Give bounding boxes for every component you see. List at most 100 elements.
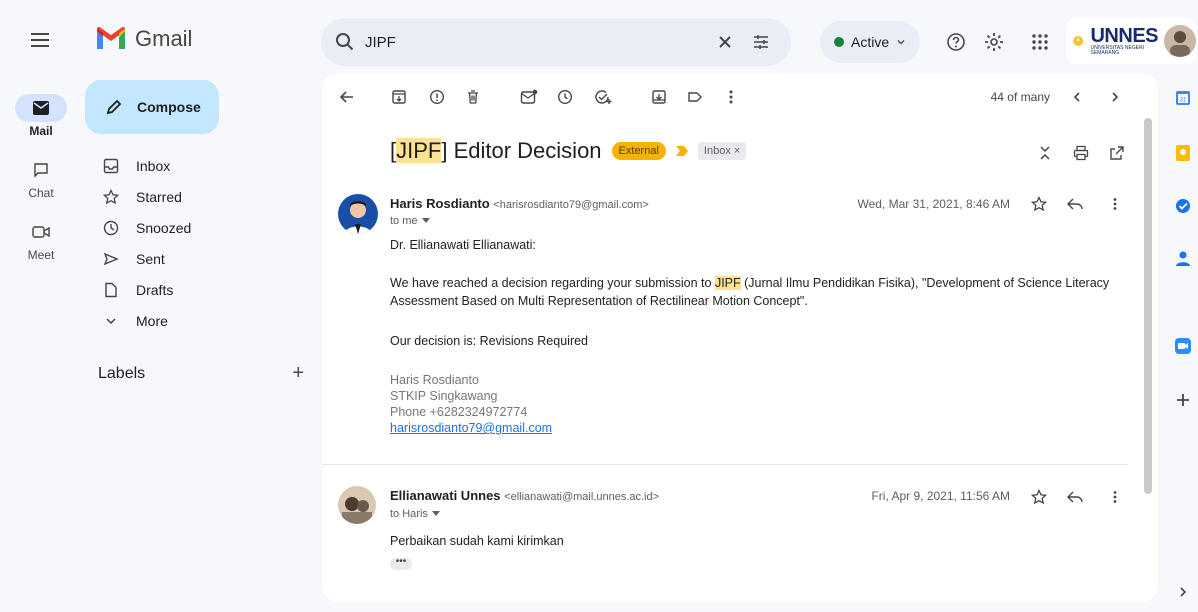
sidebar-item-label: Sent [136,250,165,267]
label-tag-icon[interactable] [684,86,706,108]
report-spam-icon[interactable] [426,86,448,108]
message-divider [322,464,1128,465]
signature-name: Haris Rosdianto [390,373,479,387]
sidebar-item-inbox[interactable]: Inbox [85,150,315,181]
show-side-panel-chevron-icon[interactable] [1173,582,1193,602]
inbox-label-text: Inbox [703,145,731,157]
print-icon[interactable] [1070,142,1092,164]
body-highlight: JIPF [714,276,741,290]
sidebar-item-snoozed[interactable]: Snoozed [85,212,315,243]
more-vertical-icon[interactable] [1105,194,1125,214]
greeting: Dr. Ellianawati Ellianawati: [390,238,536,252]
star-icon[interactable] [1029,487,1049,507]
svg-text:31: 31 [1180,98,1187,104]
zoom-icon[interactable] [1173,336,1193,356]
side-panel: 31 [1168,0,1198,612]
sidebar-item-label: Inbox [136,157,171,174]
reply-icon[interactable] [1065,194,1085,214]
signature-email-link[interactable]: harisrosdianto79@gmail.com [390,421,552,435]
mail-icon [15,94,67,122]
recipients-dropdown[interactable]: to me [390,215,430,227]
status-dropdown[interactable]: Active [820,21,921,63]
collapse-all-icon[interactable] [1034,142,1056,164]
external-badge: External [611,142,666,160]
remove-label-icon[interactable]: × [734,145,740,157]
more-vertical-icon[interactable] [720,86,742,108]
mark-unread-icon[interactable] [518,86,540,108]
decision-text: Our decision is: Revisions Required [390,334,589,348]
snooze-clock-icon[interactable] [554,86,576,108]
help-icon[interactable] [944,30,968,54]
email-signature: Haris Rosdianto STKIP Singkawang Phone +… [390,372,1120,436]
send-icon [103,252,119,265]
move-to-icon[interactable] [648,86,670,108]
archive-icon[interactable] [388,86,410,108]
recipients-label: to Haris [390,508,428,520]
tasks-icon[interactable] [1173,196,1193,216]
subject-title: [JIPF] Editor Decision [390,138,602,164]
caret-down-icon [431,511,440,516]
apps-grid-icon[interactable] [1028,30,1052,54]
left-rail: Mail Chat Meet [0,0,82,612]
search-input[interactable] [365,33,707,51]
rail-item-label: Mail [29,124,53,138]
sidebar-item-more[interactable]: More [85,305,315,336]
chevron-down-icon [897,40,905,45]
back-arrow-icon[interactable] [336,86,358,108]
add-addon-plus-icon[interactable] [1173,390,1193,410]
message-date: Wed, Mar 31, 2021, 8:46 AM [857,197,1010,211]
sender-name[interactable]: Ellianawati Unnes [390,488,501,503]
signature-phone: Phone +6282324972774 [390,405,528,419]
star-icon [103,188,119,204]
status-label: Active [851,34,890,50]
older-chevron-right-icon[interactable] [1104,86,1126,108]
body-paragraph: We have reached a decision regarding you… [390,274,1120,310]
recipients-label: to me [390,215,418,227]
delete-trash-icon[interactable] [462,86,484,108]
message-body: Perbaikan sudah kami kirimkan [390,534,564,548]
clock-icon [103,220,119,235]
sidebar-item-drafts[interactable]: Drafts [85,274,315,305]
reply-icon[interactable] [1065,487,1085,507]
email-toolbar: 44 of many [322,74,1158,120]
gmail-logo[interactable]: Gmail [95,26,192,52]
add-task-icon[interactable] [592,86,614,108]
calendar-icon[interactable]: 31 [1173,88,1193,108]
rail-item-chat[interactable]: Chat [0,156,82,200]
keep-icon[interactable] [1173,143,1193,163]
contacts-icon[interactable] [1173,248,1193,268]
recipients-dropdown[interactable]: to Haris [390,508,440,520]
sender-avatar[interactable] [338,486,376,524]
more-vertical-icon[interactable] [1105,487,1125,507]
sidebar-item-sent[interactable]: Sent [85,243,315,274]
scrollbar[interactable] [1144,118,1152,494]
hamburger-menu-icon[interactable] [28,28,52,52]
subject-rest: ] Editor Decision [441,138,602,163]
add-label-button[interactable]: + [292,362,304,385]
sidebar-item-label: More [136,312,168,329]
show-trimmed-content-button[interactable]: ••• [390,557,412,570]
rail-item-label: Chat [28,186,54,200]
sender-name[interactable]: Haris Rosdianto [390,196,490,211]
subject-highlight: JIPF [396,138,442,163]
sidebar-item-starred[interactable]: Starred [85,181,315,212]
email-view-panel: 44 of many [JIPF] Editor Decision Extern… [322,74,1158,602]
sidebar-item-label: Drafts [136,281,174,298]
settings-gear-icon[interactable] [982,30,1006,54]
inbox-label-chip[interactable]: Inbox × [697,142,747,160]
importance-marker-icon[interactable] [675,146,688,156]
message-date: Fri, Apr 9, 2021, 11:56 AM [871,489,1010,503]
compose-button[interactable]: Compose [85,80,219,134]
sidebar-nav: Inbox Starred Snoozed Sent Drafts More [85,150,315,336]
rail-item-mail[interactable]: Mail [0,94,82,138]
star-icon[interactable] [1029,194,1049,214]
search-options-icon[interactable] [743,24,779,60]
open-new-window-icon[interactable] [1106,142,1128,164]
clear-search-icon[interactable] [707,24,743,60]
sender-avatar[interactable] [338,194,378,234]
rail-item-meet[interactable]: Meet [0,218,82,262]
newer-chevron-left-icon[interactable] [1066,86,1088,108]
search-icon[interactable] [335,32,355,52]
pagination-count: 44 of many [990,90,1050,104]
labels-header: Labels + [98,362,304,385]
